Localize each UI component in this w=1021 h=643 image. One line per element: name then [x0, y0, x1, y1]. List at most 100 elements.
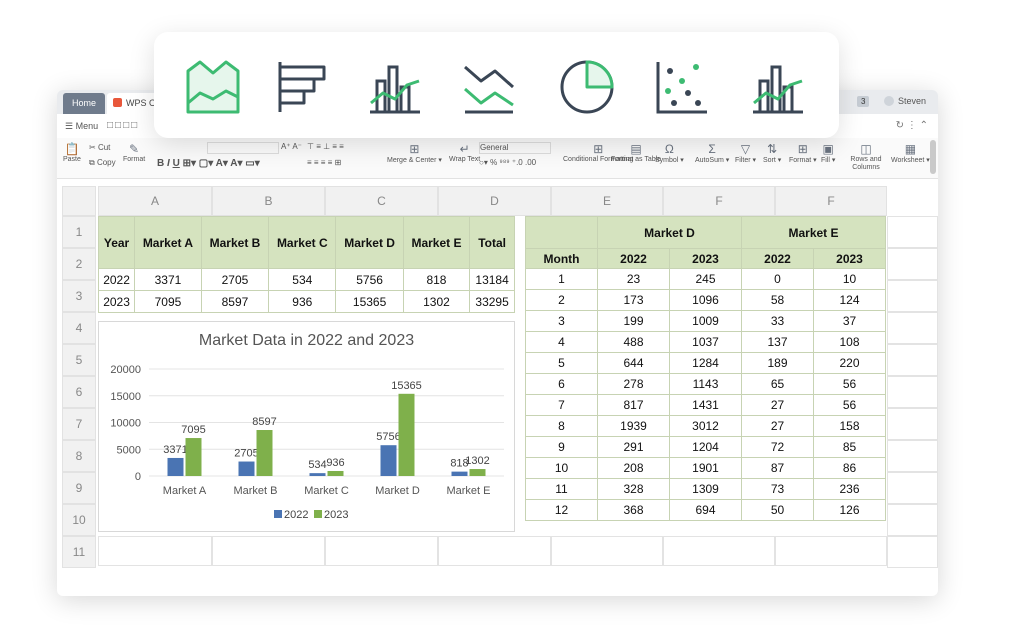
monthly-cell[interactable]: 50: [741, 499, 814, 521]
monthly-cell[interactable]: 108: [813, 331, 886, 353]
monthly-cell[interactable]: 137: [741, 331, 814, 353]
monthly-cell[interactable]: 1037: [669, 331, 742, 353]
symbol-button[interactable]: Ω Symbol ▾: [655, 142, 684, 164]
monthly-subheader-cell[interactable]: 2023: [669, 248, 742, 269]
monthly-cell[interactable]: 189: [741, 352, 814, 374]
empty-cell[interactable]: [887, 248, 938, 280]
monthly-cell[interactable]: 236: [813, 478, 886, 500]
monthly-cell[interactable]: 245: [669, 268, 742, 290]
empty-cell[interactable]: [887, 312, 938, 344]
monthly-cell[interactable]: 278: [597, 373, 670, 395]
summary-cell[interactable]: 1302: [402, 290, 471, 313]
window-control-icons[interactable]: ↻ ⋮ ⌃: [896, 120, 928, 131]
monthly-cell[interactable]: 488: [597, 331, 670, 353]
monthly-cell[interactable]: 1431: [669, 394, 742, 416]
monthly-cell[interactable]: 33: [741, 310, 814, 332]
tab-home[interactable]: Home: [63, 93, 105, 114]
tab-wps-document[interactable]: WPS O: [107, 93, 157, 114]
column-header[interactable]: A: [98, 186, 212, 216]
summary-cell[interactable]: 15365: [335, 290, 404, 313]
wrap-text-button[interactable]: ↵ Wrap Text: [449, 142, 480, 163]
monthly-cell[interactable]: 65: [741, 373, 814, 395]
empty-cell[interactable]: [887, 440, 938, 472]
column-header[interactable]: B: [212, 186, 325, 216]
monthly-cell[interactable]: 56: [813, 394, 886, 416]
summary-header-cell[interactable]: Total: [469, 216, 515, 269]
alignment-icons[interactable]: ≡ ≡ ≡ ≡ ⊞: [307, 158, 341, 167]
column-header[interactable]: F: [775, 186, 887, 216]
monthly-cell[interactable]: 173: [597, 289, 670, 311]
summary-cell[interactable]: 7095: [134, 290, 202, 313]
empty-cell[interactable]: [887, 408, 938, 440]
summary-header-cell[interactable]: Market D: [335, 216, 404, 269]
row-header[interactable]: 6: [62, 376, 96, 408]
empty-cell[interactable]: [887, 216, 938, 248]
monthly-cell[interactable]: 3: [525, 310, 598, 332]
monthly-cell[interactable]: 1096: [669, 289, 742, 311]
combo-chart-icon[interactable]: [750, 59, 806, 115]
monthly-cell[interactable]: 85: [813, 436, 886, 458]
row-header[interactable]: 11: [62, 536, 96, 568]
summary-cell[interactable]: 33295: [469, 290, 515, 313]
monthly-cell[interactable]: 87: [741, 457, 814, 479]
scatter-chart-icon[interactable]: [654, 59, 710, 115]
monthly-cell[interactable]: 644: [597, 352, 670, 374]
monthly-cell[interactable]: 23: [597, 268, 670, 290]
column-header[interactable]: E: [551, 186, 663, 216]
line-chart-icon[interactable]: [461, 59, 517, 115]
empty-cell[interactable]: [887, 536, 938, 568]
autosum-button[interactable]: Σ AutoSum ▾: [695, 142, 729, 164]
select-all-corner[interactable]: [62, 186, 96, 216]
monthly-cell[interactable]: 10: [813, 268, 886, 290]
monthly-cell[interactable]: 9: [525, 436, 598, 458]
empty-cell[interactable]: [551, 536, 663, 566]
summary-cell[interactable]: 936: [268, 290, 337, 313]
copy-button[interactable]: ⧉ Copy: [89, 158, 116, 168]
empty-cell[interactable]: [887, 472, 938, 504]
monthly-cell[interactable]: 73: [741, 478, 814, 500]
summary-header-cell[interactable]: Year: [97, 216, 136, 269]
monthly-cell[interactable]: 56: [813, 373, 886, 395]
empty-cell[interactable]: [325, 536, 438, 566]
menu-button[interactable]: ☰ Menu: [65, 121, 98, 132]
row-header[interactable]: 5: [62, 344, 96, 376]
horizontal-bar-chart-icon[interactable]: [276, 59, 332, 115]
merge-center-button[interactable]: ⊞ Merge & Center ▾: [387, 142, 442, 164]
monthly-cell[interactable]: 1309: [669, 478, 742, 500]
monthly-subheader-cell[interactable]: 2022: [741, 248, 814, 269]
column-header[interactable]: C: [325, 186, 438, 216]
monthly-subheader-cell[interactable]: 2022: [597, 248, 670, 269]
summary-cell[interactable]: 2705: [200, 268, 270, 291]
area-chart-icon[interactable]: [185, 59, 241, 115]
filter-button[interactable]: ▽ Filter ▾: [735, 142, 756, 164]
bar-chart[interactable]: Market Data in 2022 and 2023 0 5000 10000 1…: [98, 321, 515, 532]
summary-cell[interactable]: 13184: [469, 268, 515, 291]
monthly-cell[interactable]: 1009: [669, 310, 742, 332]
empty-cell[interactable]: [775, 536, 887, 566]
summary-cell[interactable]: 534: [268, 268, 337, 291]
empty-cell[interactable]: [212, 536, 325, 566]
monthly-cell[interactable]: 1143: [669, 373, 742, 395]
summary-cell[interactable]: 818: [402, 268, 471, 291]
monthly-cell[interactable]: 1901: [669, 457, 742, 479]
monthly-cell[interactable]: 328: [597, 478, 670, 500]
empty-cell[interactable]: [98, 536, 212, 566]
monthly-cell[interactable]: 27: [741, 415, 814, 437]
summary-header-cell[interactable]: Market A: [134, 216, 202, 269]
summary-cell[interactable]: 3371: [134, 268, 202, 291]
summary-cell[interactable]: 2023: [97, 290, 136, 313]
monthly-cell[interactable]: 158: [813, 415, 886, 437]
quick-access-icons[interactable]: □□□□: [107, 120, 139, 131]
monthly-cell[interactable]: 694: [669, 499, 742, 521]
monthly-cell[interactable]: 37: [813, 310, 886, 332]
monthly-cell[interactable]: 1204: [669, 436, 742, 458]
summary-cell[interactable]: 8597: [200, 290, 270, 313]
sort-button[interactable]: ⇅ Sort ▾: [763, 142, 781, 164]
monthly-cell[interactable]: 5: [525, 352, 598, 374]
monthly-cell[interactable]: 368: [597, 499, 670, 521]
monthly-cell[interactable]: 7: [525, 394, 598, 416]
number-format-dropdown[interactable]: General: [479, 142, 551, 154]
monthly-cell[interactable]: 11: [525, 478, 598, 500]
font-size-dropdown[interactable]: [207, 142, 279, 154]
monthly-cell[interactable]: 220: [813, 352, 886, 374]
